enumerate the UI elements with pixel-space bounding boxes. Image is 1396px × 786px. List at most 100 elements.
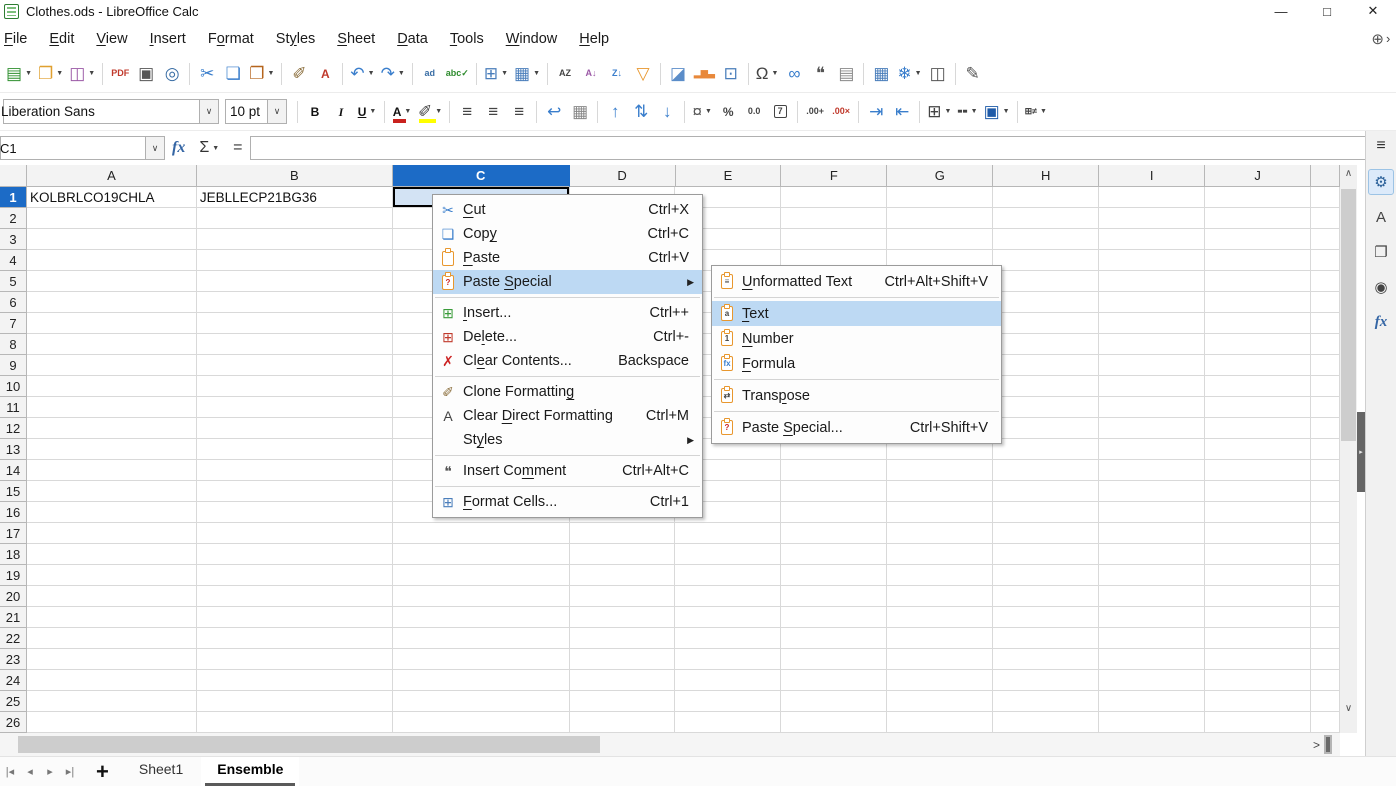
cell-B13[interactable] (196, 439, 393, 460)
cell-J18[interactable] (1205, 544, 1312, 565)
cell-G17[interactable] (887, 523, 994, 544)
cell-B8[interactable] (196, 334, 393, 355)
save-button[interactable]: ◫ ▼ (66, 60, 98, 88)
cell-A19[interactable] (26, 565, 197, 586)
cell-I3[interactable] (1099, 229, 1206, 250)
cell-J1[interactable] (1205, 187, 1312, 208)
column-header-A[interactable]: A (26, 165, 197, 187)
cell-partial7[interactable] (1311, 313, 1340, 334)
cell-E17[interactable] (675, 523, 782, 544)
cell-E22[interactable] (675, 628, 782, 649)
cell-F15[interactable] (781, 481, 888, 502)
cell-D23[interactable] (569, 649, 676, 670)
underline-dropdown-icon[interactable]: ▼ (369, 108, 376, 115)
cell-B6[interactable] (196, 292, 393, 313)
special-character-dropdown-icon[interactable]: ▼ (771, 70, 778, 77)
row-header-4[interactable]: 4 (0, 250, 27, 271)
cell-A12[interactable] (26, 418, 197, 439)
cell-B3[interactable] (196, 229, 393, 250)
menu-insert[interactable]: Insert (139, 25, 197, 53)
row-header-18[interactable]: 18 (0, 544, 27, 565)
menu-edit[interactable]: Edit (38, 25, 85, 53)
cell-J25[interactable] (1205, 691, 1312, 712)
cell-B17[interactable] (196, 523, 393, 544)
cell-H5[interactable] (993, 271, 1100, 292)
row-header-21[interactable]: 21 (0, 607, 27, 628)
column-header-J[interactable]: J (1205, 165, 1312, 187)
cell-B4[interactable] (196, 250, 393, 271)
cell-A3[interactable] (26, 229, 197, 250)
menu-item-paste-formula[interactable]: fx Formula (712, 351, 1001, 376)
cell-I17[interactable] (1099, 523, 1206, 544)
cell-B26[interactable] (196, 712, 393, 733)
cell-B11[interactable] (196, 397, 393, 418)
format-as-currency-dropdown-icon[interactable]: ▼ (705, 108, 712, 115)
italic-button[interactable]: I (328, 98, 354, 126)
menu-view[interactable]: View (85, 25, 138, 53)
cell-C17[interactable] (392, 523, 570, 544)
menu-item-paste-text[interactable]: a Text (712, 301, 1001, 326)
cell-H14[interactable] (993, 460, 1100, 481)
cell-J12[interactable] (1205, 418, 1312, 439)
navigator-icon[interactable]: ◉ (1368, 274, 1394, 300)
row-header-22[interactable]: 22 (0, 628, 27, 649)
cell-H16[interactable] (993, 502, 1100, 523)
font-color-dropdown-icon[interactable]: ▼ (404, 108, 411, 115)
cell-A7[interactable] (26, 313, 197, 334)
cell-F14[interactable] (781, 460, 888, 481)
cut-button[interactable]: ✂ (194, 60, 220, 88)
cell-I26[interactable] (1099, 712, 1206, 733)
row-header-5[interactable]: 5 (0, 271, 27, 292)
save-dropdown-icon[interactable]: ▼ (88, 70, 95, 77)
cell-G20[interactable] (887, 586, 994, 607)
format-as-date-button[interactable]: 7 (767, 98, 793, 126)
menu-item-paste-special-dialog[interactable]: ? Paste Special... Ctrl+Shift+V (712, 415, 1001, 440)
cell-G24[interactable] (887, 670, 994, 691)
cell-F16[interactable] (781, 502, 888, 523)
row-header-25[interactable]: 25 (0, 691, 27, 712)
row-header-8[interactable]: 8 (0, 334, 27, 355)
font-name-combo[interactable]: Liberation Sans ∨ (1, 99, 219, 124)
cell-A10[interactable] (26, 376, 197, 397)
find-and-replace-button[interactable]: ad (417, 60, 443, 88)
cell-H20[interactable] (993, 586, 1100, 607)
row-header-24[interactable]: 24 (0, 670, 27, 691)
cell-partial8[interactable] (1311, 334, 1340, 355)
cell-H9[interactable] (993, 355, 1100, 376)
row-header-20[interactable]: 20 (0, 586, 27, 607)
new-document-button[interactable]: ▤ ▼ (3, 60, 35, 88)
cell-I6[interactable] (1099, 292, 1206, 313)
insert-chart-button[interactable]: ▂▆▃ (691, 60, 718, 88)
cell-J2[interactable] (1205, 208, 1312, 229)
cell-partial23[interactable] (1311, 649, 1340, 670)
cell-F3[interactable] (781, 229, 888, 250)
conditional-formatting-dropdown-icon[interactable]: ▼ (1040, 108, 1047, 115)
format-as-number-button[interactable]: 0.0 (741, 98, 767, 126)
cell-A18[interactable] (26, 544, 197, 565)
row-header-26[interactable]: 26 (0, 712, 27, 733)
open-file-button[interactable]: ❐ ▼ (35, 60, 66, 88)
insert-image-button[interactable]: ◪ (665, 60, 691, 88)
cell-I8[interactable] (1099, 334, 1206, 355)
cell-B14[interactable] (196, 460, 393, 481)
scroll-down-icon[interactable]: ∨ (1340, 700, 1357, 717)
sidebar-hide-handle[interactable]: ▸ (1357, 412, 1365, 492)
cell-partial12[interactable] (1311, 418, 1340, 439)
sheet-tab-sheet1[interactable]: Sheet1 (123, 757, 199, 786)
cell-partial19[interactable] (1311, 565, 1340, 586)
font-color-button[interactable]: A ▼ (389, 98, 415, 126)
undo-button[interactable]: ↶ ▼ (347, 60, 377, 88)
maximize-button[interactable]: □ (1304, 0, 1350, 22)
cell-D19[interactable] (569, 565, 676, 586)
cell-F23[interactable] (781, 649, 888, 670)
delete-decimal-place-button[interactable]: .00× (828, 98, 854, 126)
menubar-overflow-icon[interactable]: › (1386, 31, 1396, 46)
minimize-button[interactable]: — (1258, 0, 1304, 22)
cell-A21[interactable] (26, 607, 197, 628)
menu-item-insert-comment[interactable]: ❝ Insert Comment Ctrl+Alt+C (433, 459, 702, 483)
bold-button[interactable]: B (302, 98, 328, 126)
menu-item-insert-cells[interactable]: ⊞ Insert... Ctrl++ (433, 301, 702, 325)
decrease-indent-button[interactable]: ⇤ (889, 98, 915, 126)
cell-partial25[interactable] (1311, 691, 1340, 712)
cell-H26[interactable] (993, 712, 1100, 733)
